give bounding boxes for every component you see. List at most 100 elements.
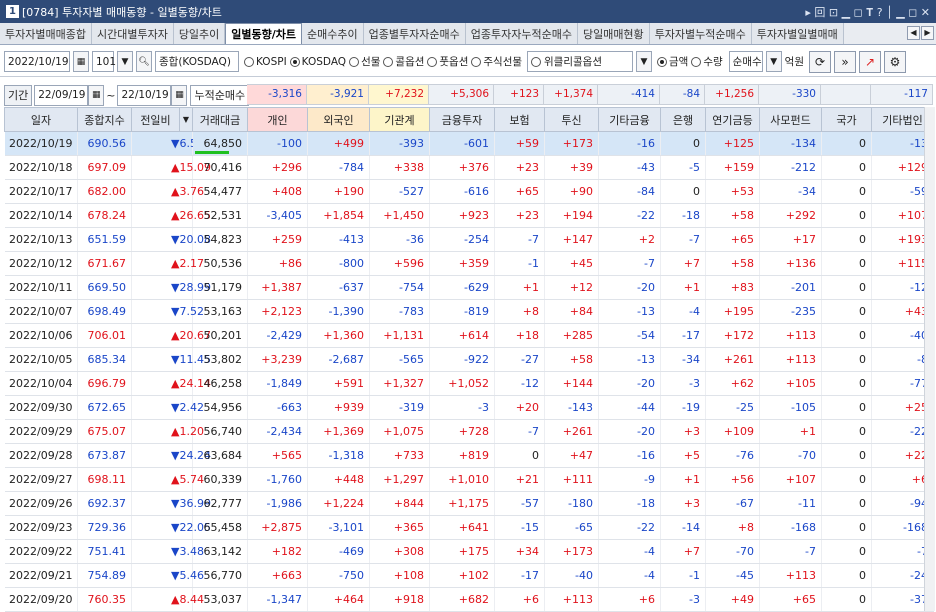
column-header[interactable]: 전일비 bbox=[131, 107, 180, 132]
column-header[interactable]: 외국인 bbox=[307, 107, 370, 132]
market-radio-4[interactable]: 풋옵션 bbox=[427, 54, 468, 69]
column-header[interactable]: 은행 bbox=[660, 107, 706, 132]
period-from-input[interactable]: 22/09/19 bbox=[34, 84, 89, 106]
table-cell: 2.42 bbox=[179, 395, 204, 420]
tab-2[interactable]: 당일추이 bbox=[173, 23, 226, 44]
table-row[interactable]: 2022/10/14 678.24 ▲ 26.65 52,531 -3,405 +1,854… bbox=[4, 203, 934, 228]
chart-icon[interactable]: ↗ bbox=[859, 50, 881, 73]
code-dropdown-icon[interactable]: ▼ bbox=[117, 51, 133, 72]
table-row[interactable]: 2022/09/30 672.65 ▼ 2.42 54,956 -663 +939 -319-… bbox=[4, 395, 934, 420]
table-row[interactable]: 2022/10/18 697.09 ▲ 15.09 70,416 +296 -784 +338… bbox=[4, 155, 934, 180]
column-header[interactable]: 투신 bbox=[544, 107, 599, 132]
table-cell: -565 bbox=[369, 347, 430, 372]
market-radio-3[interactable]: 콜옵션 bbox=[383, 54, 424, 69]
table-row[interactable]: 2022/09/28 673.87 ▼ 24.24 63,684 +565 -1,318 +7… bbox=[4, 443, 934, 468]
market-radio-0[interactable]: KOSPI bbox=[244, 54, 287, 69]
option-select[interactable]: 위클리콜옵션 bbox=[527, 51, 634, 72]
table-cell: -201 bbox=[759, 275, 822, 300]
sort-select[interactable]: 순매수 bbox=[728, 51, 763, 72]
table-cell: +591 bbox=[307, 371, 370, 396]
table-cell: -7 bbox=[598, 251, 661, 276]
table-row[interactable]: 2022/10/06 706.01 ▲ 20.67 50,201 -2,429 +1,360… bbox=[4, 323, 934, 348]
table-row[interactable]: 2022/10/05 685.34 ▼ 11.45 53,802 +3,239 -2,687… bbox=[4, 347, 934, 372]
calendar-from-icon[interactable]: ▦ bbox=[88, 84, 105, 106]
tab-5[interactable]: 업종별투자자순매수 bbox=[363, 23, 466, 44]
market-radio-5[interactable]: 주식선물 bbox=[471, 54, 522, 69]
tab-6[interactable]: 업종투자자누적순매수 bbox=[465, 23, 578, 44]
sort-toggle-icon[interactable]: ▼ bbox=[179, 107, 193, 132]
market-radio-1[interactable]: KOSDAQ bbox=[289, 54, 346, 69]
table-row[interactable]: 2022/09/23 729.36 ▼ 22.05 65,458 +2,875 -3,101… bbox=[4, 515, 934, 540]
table-cell: +23 bbox=[494, 155, 545, 180]
table-cell: 46,258 bbox=[192, 371, 248, 396]
table-cell: +90 bbox=[544, 179, 599, 204]
table-cell: -1 bbox=[494, 251, 545, 276]
up-arrow-icon: ▲ bbox=[131, 371, 180, 396]
search-icon[interactable]: 🔍︎ bbox=[136, 51, 152, 72]
window-controls[interactable]: ▸ 回 ⊡ ▁ ◻ 𝐓 ? │ ▁ ◻ ✕ bbox=[805, 0, 930, 23]
table-row[interactable]: 2022/10/19690.56▼6.5364,850-100+499-393-… bbox=[4, 131, 934, 156]
table-cell: 53,037 bbox=[192, 587, 248, 612]
tab-3[interactable]: 일별동향/차트 bbox=[225, 23, 303, 44]
calendar-icon[interactable]: ▦ bbox=[73, 51, 89, 72]
market-radio-2[interactable]: 선물 bbox=[349, 54, 380, 69]
column-header[interactable]: 일자 bbox=[4, 107, 78, 132]
tab-9[interactable]: 투자자별일별매매 bbox=[751, 23, 844, 44]
column-header[interactable]: 거래대금 bbox=[192, 107, 248, 132]
table-row[interactable]: 2022/09/26 692.37 ▼ 36.99 62,777 -1,986 +1,224… bbox=[4, 491, 934, 516]
table-cell: 697.09 bbox=[77, 155, 132, 180]
tab-prev-icon[interactable]: ◀ bbox=[907, 26, 920, 40]
down-arrow-icon: ▼ bbox=[131, 347, 180, 372]
column-header[interactable]: 사모펀드 bbox=[759, 107, 822, 132]
table-row[interactable]: 2022/10/07 698.49 ▼ 7.52 53,163 +2,123 -1,390-… bbox=[4, 299, 934, 324]
table-row[interactable]: 2022/10/13 651.59 ▼ 20.08 54,823 +259 -413 -36-… bbox=[4, 227, 934, 252]
tab-next-icon[interactable]: ▶ bbox=[921, 26, 934, 40]
settings-icon[interactable]: ⚙ bbox=[884, 50, 906, 73]
amount-radio-0[interactable]: 금액 bbox=[657, 54, 688, 69]
table-row[interactable]: 2022/10/12 671.67 ▲ 2.17 50,536 +86 -800 +596 +3… bbox=[4, 251, 934, 276]
table-cell: -143 bbox=[544, 395, 599, 420]
amount-radio-1[interactable]: 수량 bbox=[691, 54, 723, 69]
table-cell: +49 bbox=[705, 587, 760, 612]
table-cell: -11 bbox=[759, 491, 822, 516]
refresh-icon[interactable]: ⟳ bbox=[809, 50, 831, 73]
table-cell: +83 bbox=[705, 275, 760, 300]
table-cell: -1,849 bbox=[247, 371, 308, 396]
up-arrow-icon: ▲ bbox=[131, 155, 180, 180]
option-dropdown-icon[interactable]: ▼ bbox=[636, 51, 653, 72]
table-row[interactable]: 2022/09/29 675.07 ▲ 1.20 56,740 -2,434 +1,369 +… bbox=[4, 419, 934, 444]
column-header[interactable]: 종합지수 bbox=[77, 107, 132, 132]
column-header[interactable]: 보험 bbox=[494, 107, 545, 132]
table-cell: 0 bbox=[821, 251, 872, 276]
table-cell: -54 bbox=[598, 323, 661, 348]
vertical-scrollbar[interactable] bbox=[924, 107, 935, 611]
table-row[interactable]: 2022/10/04 696.79 ▲ 24.14 46,258 -1,849 +591 +1… bbox=[4, 371, 934, 396]
tab-0[interactable]: 투자자별매매종합 bbox=[0, 23, 92, 44]
tab-4[interactable]: 순매수추이 bbox=[302, 23, 364, 44]
tab-1[interactable]: 시간대별투자자 bbox=[91, 23, 174, 44]
table-cell: 2022/10/11 bbox=[4, 275, 78, 300]
column-header[interactable]: 금융투자 bbox=[429, 107, 495, 132]
table-cell: 62,777 bbox=[192, 491, 248, 516]
table-row[interactable]: 2022/10/17 682.00 ▲ 3.76 54,477 +408 +190 -527-… bbox=[4, 179, 934, 204]
radio-circle-icon[interactable] bbox=[531, 56, 542, 67]
column-header[interactable]: 기타금융 bbox=[598, 107, 661, 132]
table-row[interactable]: 2022/09/21 754.89 ▼ 5.46 56,770 +663 -750 +108 +… bbox=[4, 563, 934, 588]
calendar-to-icon[interactable]: ▦ bbox=[171, 84, 188, 106]
period-to-input[interactable]: 22/10/19 bbox=[117, 84, 172, 106]
tab-7[interactable]: 당일매매현황 bbox=[577, 23, 650, 44]
table-row[interactable]: 2022/09/20 760.35 ▲ 8.44 53,037 -1,347 +464 +91… bbox=[4, 587, 934, 612]
table-row[interactable]: 2022/09/27 698.11 ▲ 5.74 60,339 -1,760 +448 +1,… bbox=[4, 467, 934, 492]
table-row[interactable]: 2022/10/11 669.50 ▼ 28.99 51,179 +1,387 -637 -7… bbox=[4, 275, 934, 300]
column-header[interactable]: 연기금등 bbox=[705, 107, 760, 132]
tab-8[interactable]: 투자자별누적순매수 bbox=[649, 23, 752, 44]
code-input[interactable]: 101 bbox=[92, 51, 116, 72]
column-header[interactable]: 기관계 bbox=[369, 107, 430, 132]
date-input[interactable]: 2022/10/19 bbox=[4, 51, 70, 72]
next-page-icon[interactable]: » bbox=[834, 50, 856, 73]
sort-dropdown-icon[interactable]: ▼ bbox=[765, 51, 782, 72]
table-cell: 15.09 bbox=[179, 155, 211, 180]
table-row[interactable]: 2022/09/22 751.41 ▼ 3.48 63,142 +182 -469 +308 +… bbox=[4, 539, 934, 564]
column-header[interactable]: 개인 bbox=[247, 107, 308, 132]
column-header[interactable]: 국가 bbox=[821, 107, 872, 132]
